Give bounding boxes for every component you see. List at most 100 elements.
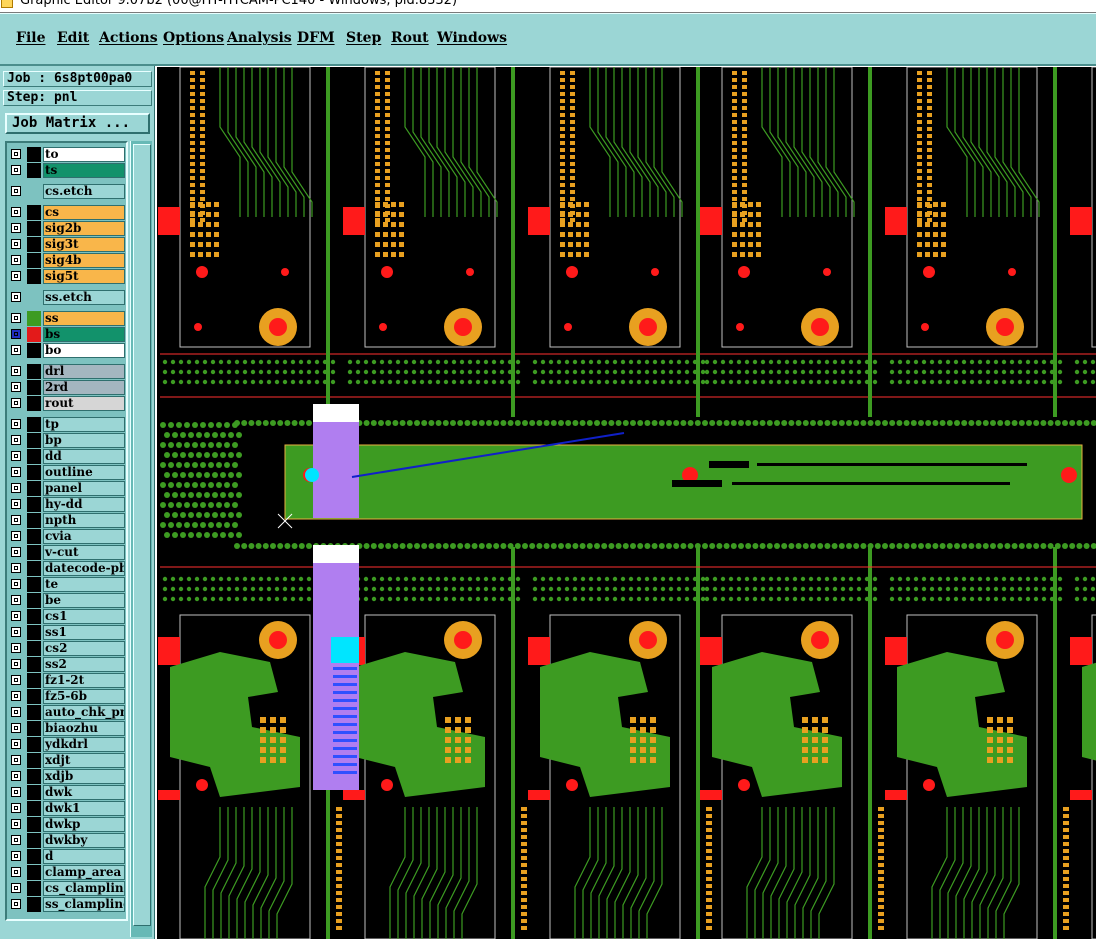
layer-name[interactable]: outline [43, 465, 125, 480]
layer-name[interactable]: hy-dd [43, 497, 125, 512]
layer-row[interactable]: sig5t [9, 269, 126, 284]
layer-name[interactable]: tp [43, 417, 125, 432]
layer-checkbox[interactable] [11, 899, 21, 909]
layer-checkbox[interactable] [11, 547, 21, 557]
layer-checkbox[interactable] [11, 723, 21, 733]
layer-name[interactable]: dwk1 [43, 801, 125, 816]
layer-checkbox[interactable] [11, 563, 21, 573]
layer-name[interactable]: 2rd [43, 380, 125, 395]
layer-row[interactable]: dwkp [9, 817, 126, 832]
layer-color-swatch[interactable] [27, 849, 41, 864]
layer-checkbox[interactable] [11, 329, 21, 339]
layer-name[interactable]: ts [43, 163, 125, 178]
layer-row[interactable]: cs_clampline [9, 881, 126, 896]
layer-row[interactable]: 2rd [9, 380, 126, 395]
layer-checkbox[interactable] [11, 627, 21, 637]
layer-name[interactable]: bs [43, 327, 125, 342]
layer-checkbox[interactable] [11, 435, 21, 445]
layer-row[interactable]: sig3t [9, 237, 126, 252]
layer-checkbox[interactable] [11, 515, 21, 525]
layer-checkbox[interactable] [11, 787, 21, 797]
layer-checkbox[interactable] [11, 186, 21, 196]
layer-checkbox[interactable] [11, 835, 21, 845]
layer-row[interactable]: ss_clampline [9, 897, 126, 912]
layer-checkbox[interactable] [11, 499, 21, 509]
layer-color-swatch[interactable] [27, 380, 41, 395]
layer-color-swatch[interactable] [27, 253, 41, 268]
layer-name[interactable]: drl [43, 364, 125, 379]
layer-row[interactable]: rout [9, 396, 126, 411]
menu-file[interactable]: File [16, 30, 45, 46]
layer-row[interactable]: dwkby [9, 833, 126, 848]
layer-name[interactable]: dwkby [43, 833, 125, 848]
layer-name[interactable]: fz5-6b [43, 689, 125, 704]
layer-name[interactable]: to [43, 147, 125, 162]
layer-name[interactable]: npth [43, 513, 125, 528]
layer-row[interactable]: ts [9, 163, 126, 178]
layer-row[interactable]: dwk [9, 785, 126, 800]
layer-name[interactable]: ydkdrl [43, 737, 125, 752]
layer-row[interactable]: ss.etch [9, 290, 126, 305]
layer-row[interactable]: v-cut [9, 545, 126, 560]
layer-row[interactable]: ss [9, 311, 126, 326]
layer-row[interactable]: dwk1 [9, 801, 126, 816]
layer-checkbox[interactable] [11, 595, 21, 605]
layer-color-swatch[interactable] [27, 497, 41, 512]
layer-color-swatch[interactable] [27, 705, 41, 720]
layer-checkbox[interactable] [11, 255, 21, 265]
layer-row[interactable]: be [9, 593, 126, 608]
layer-row[interactable]: tp [9, 417, 126, 432]
layer-color-swatch[interactable] [27, 833, 41, 848]
layer-name[interactable]: v-cut [43, 545, 125, 560]
layer-row[interactable]: sig4b [9, 253, 126, 268]
menu-dfm[interactable]: DFM [297, 30, 335, 46]
layer-checkbox[interactable] [11, 467, 21, 477]
layer-name[interactable]: sig5t [43, 269, 125, 284]
layer-color-swatch[interactable] [27, 465, 41, 480]
layer-row[interactable]: bo [9, 343, 126, 358]
layer-checkbox[interactable] [11, 771, 21, 781]
layer-row[interactable]: fz1-2t [9, 673, 126, 688]
layer-checkbox[interactable] [11, 345, 21, 355]
layer-row[interactable]: biaozhu [9, 721, 126, 736]
layer-row[interactable]: ydkdrl [9, 737, 126, 752]
layer-name[interactable]: cs2 [43, 641, 125, 656]
menu-analysis[interactable]: Analysis [227, 30, 292, 46]
layer-name[interactable]: rout [43, 396, 125, 411]
layer-name[interactable]: te [43, 577, 125, 592]
layer-color-swatch[interactable] [27, 396, 41, 411]
layer-list-scrollbar[interactable] [130, 141, 152, 937]
layer-name[interactable]: ss.etch [43, 290, 125, 305]
layer-name[interactable]: clamp_area [43, 865, 125, 880]
layer-checkbox[interactable] [11, 271, 21, 281]
menu-step[interactable]: Step [346, 30, 381, 46]
layer-color-swatch[interactable] [27, 343, 41, 358]
job-matrix-button[interactable]: Job Matrix ... [5, 113, 150, 134]
layer-row[interactable]: cvia [9, 529, 126, 544]
layer-name[interactable]: datecode-pbe [43, 561, 125, 576]
layer-checkbox[interactable] [11, 207, 21, 217]
layer-checkbox[interactable] [11, 819, 21, 829]
layer-color-swatch[interactable] [27, 513, 41, 528]
layer-checkbox[interactable] [11, 659, 21, 669]
layer-checkbox[interactable] [11, 691, 21, 701]
layer-row[interactable]: panel [9, 481, 126, 496]
layer-color-swatch[interactable] [27, 721, 41, 736]
layer-name[interactable]: ss [43, 311, 125, 326]
layer-row[interactable]: xdjb [9, 769, 126, 784]
layer-row[interactable]: cs [9, 205, 126, 220]
layer-checkbox[interactable] [11, 165, 21, 175]
layer-name[interactable]: dwkp [43, 817, 125, 832]
layer-color-swatch[interactable] [27, 897, 41, 912]
graphic-canvas[interactable] [157, 67, 1096, 939]
layer-name[interactable]: dd [43, 449, 125, 464]
layer-color-swatch[interactable] [27, 769, 41, 784]
layer-row[interactable]: bs [9, 327, 126, 342]
layer-name[interactable]: sig2b [43, 221, 125, 236]
layer-color-swatch[interactable] [27, 221, 41, 236]
layer-checkbox[interactable] [11, 531, 21, 541]
layer-name[interactable]: cs.etch [43, 184, 125, 199]
layer-checkbox[interactable] [11, 611, 21, 621]
layer-checkbox[interactable] [11, 149, 21, 159]
layer-color-swatch[interactable] [27, 147, 41, 162]
